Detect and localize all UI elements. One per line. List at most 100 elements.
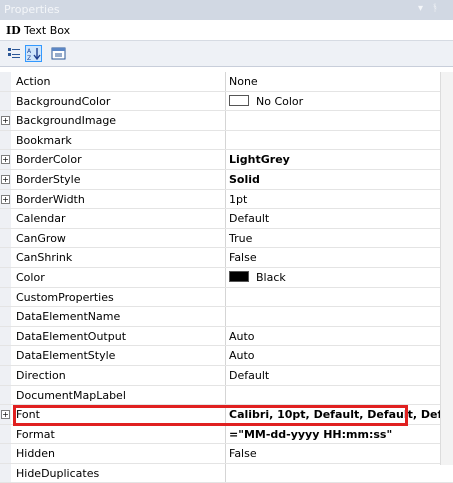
property-name: CanShrink [16,251,73,265]
property-row[interactable]: DataElementOutput Auto [0,326,453,347]
dropdown-icon[interactable]: ▾ [418,3,423,14]
expand-icon[interactable]: + [1,194,10,204]
column-divider [225,444,226,463]
categorized-icon[interactable] [6,45,23,62]
format-highlight-box [13,405,408,426]
property-value[interactable]: Default [229,369,269,382]
property-name: Calendar [16,212,66,226]
property-value[interactable]: LightGrey [229,153,290,166]
property-value[interactable]: Auto [229,349,255,362]
row-margin [0,424,11,444]
property-row[interactable]: HideDuplicates [0,463,453,483]
column-divider [225,287,226,307]
property-value[interactable]: Black [256,271,286,284]
column-divider [225,130,226,150]
property-name: BorderColor [16,153,82,167]
property-name: HideDuplicates [16,466,100,480]
row-margin [0,72,11,91]
row-margin [0,228,11,248]
property-row[interactable]: Color Black [0,267,453,288]
column-divider [225,209,226,228]
row-margin [0,365,11,385]
column-divider [225,248,226,267]
property-row[interactable]: DocumentMapLabel [0,385,453,406]
row-margin [0,248,11,267]
property-value[interactable]: False [229,447,257,460]
row-margin [0,326,11,346]
property-row[interactable]: Direction Default [0,365,453,386]
property-row[interactable]: + BackgroundImage [0,111,453,131]
column-divider [225,326,226,346]
property-value[interactable]: True [229,232,252,245]
column-divider [225,111,226,130]
property-row[interactable]: Hidden False [0,444,453,464]
column-divider [225,189,226,209]
property-name: Hidden [16,447,56,461]
property-value[interactable]: 1pt [229,193,247,206]
property-value[interactable]: Solid [229,173,260,186]
property-row[interactable]: CanShrink False [0,248,453,268]
property-row[interactable]: BackgroundColor No Color [0,91,453,112]
property-name: BorderStyle [16,172,81,186]
property-row[interactable]: DataElementName [0,307,453,327]
property-name: CustomProperties [16,290,114,304]
property-row[interactable]: + BorderWidth 1pt [0,189,453,210]
pin-icon[interactable]: ᚬ [432,3,438,14]
column-divider [225,150,226,169]
property-name: DataElementStyle [16,349,116,363]
property-value[interactable]: Default [229,212,269,225]
column-divider [225,91,226,111]
property-value[interactable]: ="MM-dd-yyyy HH:mm:ss" [229,428,392,441]
column-divider [225,72,226,91]
property-value[interactable]: No Color [256,95,303,108]
properties-title-bar: Properties ▾ ᚬ [0,0,453,20]
column-divider [225,307,226,326]
row-margin [0,463,11,483]
property-row[interactable]: CustomProperties [0,287,453,308]
column-divider [225,424,226,444]
property-row[interactable]: Bookmark [0,130,453,151]
row-margin [0,287,11,307]
property-value[interactable]: None [229,75,258,88]
row-margin [0,130,11,150]
column-divider [225,169,226,189]
row-margin [0,385,11,405]
property-row[interactable]: CanGrow True [0,228,453,249]
expand-icon[interactable]: + [1,155,10,165]
property-value[interactable]: False [229,251,257,264]
expand-icon[interactable]: + [1,410,10,420]
property-name: Action [16,75,51,88]
property-value[interactable]: Auto [229,330,255,343]
row-margin [0,209,11,228]
expand-icon[interactable]: + [1,174,10,184]
svg-text:A: A [27,48,32,55]
object-selector[interactable]: ID Text Box [0,20,453,40]
vertical-scrollbar[interactable] [440,72,453,465]
column-divider [225,385,226,405]
property-row[interactable]: Action None [0,72,453,92]
column-divider [225,267,226,287]
object-type: Text Box [24,24,71,37]
column-divider [225,365,226,385]
property-row[interactable]: Format ="MM-dd-yyyy HH:mm:ss" [0,424,453,445]
alphabetical-icon[interactable]: A Z [25,45,42,62]
property-row[interactable]: + BorderColor LightGrey [0,150,453,170]
column-divider [225,463,226,483]
row-margin [0,307,11,326]
property-name: BackgroundImage [16,114,117,128]
property-name: Format [16,427,55,441]
property-name: BackgroundColor [16,94,111,108]
color-swatch [229,94,249,106]
property-name: DataElementName [16,310,121,324]
property-pages-icon[interactable] [50,45,67,62]
column-divider [225,346,226,365]
expand-icon[interactable]: + [1,116,10,126]
object-id-label: ID [6,24,21,37]
property-name: Bookmark [16,133,72,147]
property-row[interactable]: + BorderStyle Solid [0,169,453,190]
property-row[interactable]: Calendar Default [0,209,453,229]
row-margin [0,267,11,287]
row-margin [0,444,11,463]
property-row[interactable]: DataElementStyle Auto [0,346,453,366]
color-swatch [229,270,249,282]
